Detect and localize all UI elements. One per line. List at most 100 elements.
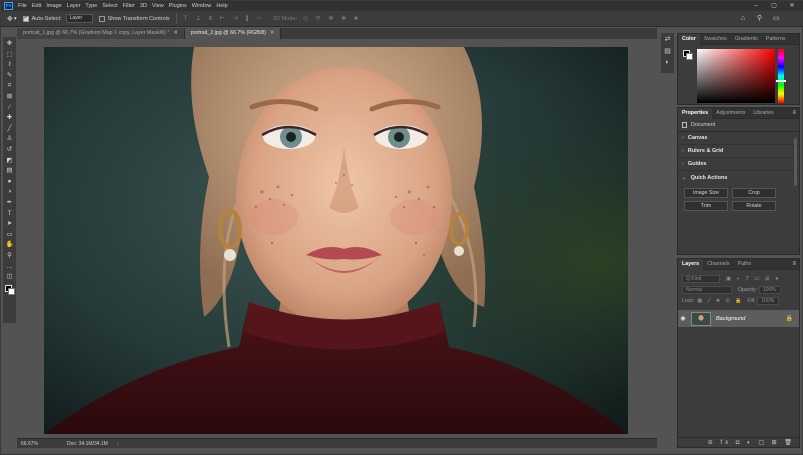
eyedropper-tool-icon[interactable]: ⁄ (3, 103, 16, 113)
visibility-eye-icon[interactable]: ◉ (678, 315, 688, 322)
auto-select-checkbox[interactable] (22, 15, 29, 22)
type-tool-icon[interactable]: T (3, 209, 16, 219)
toolbar-background-swatch[interactable] (8, 288, 15, 295)
stamp-tool-icon[interactable]: ♙ (3, 134, 16, 144)
dodge-tool-icon[interactable]: ◑ (3, 187, 16, 197)
color-panel-tabs: Color Swatches Gradients Patterns (678, 33, 799, 45)
status-menu-arrow-icon[interactable]: › (117, 441, 119, 447)
healing-tool-icon[interactable]: ✚ (3, 113, 16, 123)
tab-channels[interactable]: Channels (703, 259, 733, 270)
menu-view[interactable]: View (152, 3, 164, 9)
canvas-area[interactable] (17, 39, 657, 438)
menu-filter[interactable]: Filter (123, 3, 135, 9)
layers-panel-tabs: Layers Channels Paths ≡ (678, 258, 799, 270)
tab-close-icon[interactable]: ✕ (270, 30, 274, 36)
move-tool-icon[interactable]: ✥ (3, 39, 16, 49)
tab-swatches[interactable]: Swatches (700, 34, 731, 45)
menu-file[interactable]: File (18, 3, 27, 9)
tab-adjustments[interactable]: Adjustments (712, 108, 749, 119)
lasso-tool-icon[interactable]: ℓ (3, 60, 16, 70)
tab-close-icon[interactable]: ✕ (173, 30, 177, 36)
background-color-swatch[interactable] (686, 53, 693, 60)
color-field[interactable] (697, 49, 775, 103)
crop-tool-icon[interactable]: ⌗ (3, 81, 16, 91)
section-quick-actions[interactable]: ⌄ Quick Actions (678, 171, 799, 184)
panel-menu-icon[interactable]: ≡ (792, 259, 796, 270)
tab-color[interactable]: Color (678, 33, 700, 45)
image-size-button[interactable]: Image Size (684, 188, 728, 198)
tab-properties[interactable]: Properties (678, 107, 713, 119)
move-tool-preset-icon[interactable]: ✥ (7, 15, 13, 23)
marquee-tool-icon[interactable]: ⬚ (3, 50, 16, 60)
auto-select-target-select[interactable]: Layer (65, 14, 93, 23)
show-transform-controls-checkbox[interactable] (98, 15, 105, 22)
tab-portrait-1[interactable]: portrait_1.jpg @ 66.7% (Gradient Map 1 c… (17, 28, 185, 39)
adjustments-panel-icon[interactable]: ◐ (661, 59, 674, 66)
history-brush-tool-icon[interactable]: ↺ (3, 145, 16, 155)
zoom-level[interactable]: 66.67% (21, 441, 38, 447)
hue-slider[interactable] (778, 49, 784, 103)
menu-window[interactable]: Window (192, 3, 212, 9)
lock-options-icons[interactable]: ▦ ╱ ✥ ⊡ 🔒 (697, 298, 743, 304)
rotate-button[interactable]: Rotate (732, 201, 776, 211)
search-icon[interactable]: ⚲ (757, 11, 762, 27)
align-distribute-icons[interactable]: ⊤ ⊥ ≡ ⊢ ⊣ ∥ ⋯ (183, 15, 265, 22)
3d-mode-icons[interactable]: ◎ ⟳ ✥ ✤ ■ (303, 15, 361, 22)
minimize-button[interactable]: – (749, 1, 763, 11)
tab-layers[interactable]: Layers (678, 258, 704, 270)
panel-icon-strip: ⇄ ▤ ◐ (661, 33, 674, 73)
section-canvas[interactable]: › Canvas (678, 132, 799, 145)
quick-mask-icon[interactable]: ◫ (3, 272, 16, 282)
path-select-tool-icon[interactable]: ➤ (3, 219, 16, 229)
trim-button[interactable]: Trim (684, 201, 728, 211)
chevron-right-icon: › (682, 161, 684, 167)
maximize-button[interactable]: ▢ (767, 1, 781, 11)
blur-tool-icon[interactable]: ● (3, 177, 16, 187)
tab-paths[interactable]: Paths (733, 259, 755, 270)
menu-layer[interactable]: Layer (67, 3, 81, 9)
menu-plugins[interactable]: Plugins (169, 3, 187, 9)
layer-filter-icons[interactable]: ▣ ◐ T ▭ ⊞ ● (726, 276, 780, 282)
brush-tool-icon[interactable]: ╱ (3, 124, 16, 134)
eraser-tool-icon[interactable]: ◩ (3, 156, 16, 166)
home-icon[interactable]: ⌂ (741, 11, 745, 27)
more-tools-icon[interactable]: … (3, 262, 16, 272)
menu-select[interactable]: Select (102, 3, 117, 9)
close-window-button[interactable]: ✕ (785, 1, 799, 11)
menu-3d[interactable]: 3D (140, 3, 147, 9)
lock-label: Lock: (682, 297, 695, 304)
opacity-field[interactable]: 100% (759, 285, 782, 294)
tab-portrait-2[interactable]: portrait_2.jpg @ 66.7% (RGB/8) ✕ (184, 28, 282, 39)
document-canvas[interactable] (44, 47, 628, 434)
layer-row-background[interactable]: ◉ Background 🔒 (678, 310, 799, 327)
panel-menu-icon[interactable]: ≡ (792, 108, 796, 119)
menu-edit[interactable]: Edit (32, 3, 41, 9)
properties-scrollbar[interactable] (794, 138, 797, 186)
shape-tool-icon[interactable]: ▭ (3, 230, 16, 240)
history-panel-icon[interactable]: ▤ (661, 47, 674, 55)
layer-kind-filter[interactable]: Q Kind (682, 274, 720, 283)
tab-gradients[interactable]: Gradients (731, 34, 762, 45)
gradient-tool-icon[interactable]: ▤ (3, 166, 16, 176)
tab-libraries[interactable]: Libraries (749, 108, 777, 119)
hand-tool-icon[interactable]: ✋ (3, 240, 16, 250)
photoshop-logo-icon: Ps (4, 2, 13, 10)
menu-type[interactable]: Type (85, 3, 97, 9)
fill-field[interactable]: 100% (757, 296, 780, 305)
tab-patterns[interactable]: Patterns (762, 34, 790, 45)
layers-footer-icons[interactable]: ⊖ fx ◘ ◐ ▢ ⊞ 🗑 (678, 437, 799, 447)
section-rulers-grid[interactable]: › Rulers & Grid (678, 145, 799, 158)
crop-button[interactable]: Crop (732, 188, 776, 198)
pen-tool-icon[interactable]: ✒ (3, 198, 16, 208)
hue-slider-handle[interactable] (776, 80, 786, 82)
workspace-icon[interactable]: ▭ (773, 11, 780, 27)
tool-preset-dropdown-icon[interactable]: ▾ (14, 16, 17, 22)
menu-help[interactable]: Help (216, 3, 227, 9)
frame-tool-icon[interactable]: ⊠ (3, 92, 16, 102)
zoom-tool-icon[interactable]: ⚲ (3, 251, 16, 261)
blend-mode-select[interactable]: Normal (682, 285, 732, 294)
section-guides[interactable]: › Guides (678, 158, 799, 171)
quick-select-tool-icon[interactable]: ✎ (3, 71, 16, 81)
menu-image[interactable]: Image (46, 3, 61, 9)
collapse-panels-icon[interactable]: ⇄ (661, 35, 674, 43)
